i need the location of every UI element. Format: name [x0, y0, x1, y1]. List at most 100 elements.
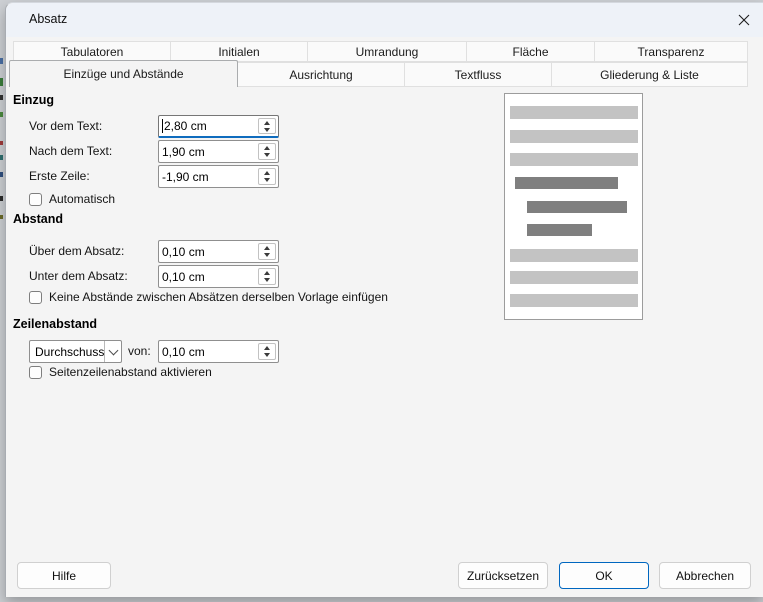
preview-bar	[527, 201, 627, 213]
spin-up-button[interactable]	[259, 171, 275, 175]
spin-up-button[interactable]	[259, 121, 275, 125]
field-value[interactable]: 0,10 cm	[159, 241, 256, 262]
spin-up-button[interactable]	[259, 346, 275, 350]
spinner	[258, 118, 276, 134]
spin-down-button[interactable]	[259, 153, 275, 157]
checkbox-icon[interactable]	[29, 193, 42, 206]
button-label: Zurücksetzen	[467, 569, 539, 583]
tab-strip-top: Tabulatoren Initialen Umrandung Fläche T…	[13, 41, 747, 62]
ok-button[interactable]: OK	[559, 562, 649, 589]
text-caret	[162, 119, 163, 133]
checkbox-keine-abstaende[interactable]: Keine Abstände zwischen Absätzen derselb…	[29, 290, 388, 304]
preview-bar	[515, 177, 618, 189]
space-below-paragraph-field[interactable]: 0,10 cm	[158, 265, 279, 288]
arrow-down-icon	[264, 353, 270, 357]
preview-bar	[527, 224, 592, 236]
field-value[interactable]: 0,10 cm	[159, 266, 256, 287]
label-ueber-dem-absatz: Über dem Absatz:	[29, 240, 124, 263]
spinner	[258, 243, 276, 260]
checkbox-seitenzeilenabstand[interactable]: Seitenzeilenabstand aktivieren	[29, 365, 212, 379]
spin-down-button[interactable]	[259, 178, 275, 182]
spin-down-button[interactable]	[259, 128, 275, 132]
label-nach-dem-text: Nach dem Text:	[29, 140, 112, 163]
spinner	[258, 268, 276, 285]
tab-transparenz[interactable]: Transparenz	[594, 41, 748, 62]
close-button[interactable]	[732, 8, 756, 32]
indent-after-text-field[interactable]: 1,90 cm	[158, 140, 279, 163]
background-artifact	[0, 196, 3, 201]
paragraph-dialog: Absatz Tabulatoren Initialen Umrandung F…	[5, 2, 763, 597]
tab-flaeche[interactable]: Fläche	[466, 41, 595, 62]
arrow-up-icon	[264, 346, 270, 350]
label-unter-dem-absatz: Unter dem Absatz:	[29, 265, 128, 288]
arrow-down-icon	[264, 253, 270, 257]
tab-umrandung[interactable]: Umrandung	[307, 41, 467, 62]
field-value[interactable]: 0,10 cm	[159, 341, 256, 362]
checkbox-label: Automatisch	[49, 192, 115, 206]
preview-bar	[510, 294, 638, 307]
indent-before-text-field[interactable]: 2,80 cm	[158, 115, 279, 138]
background-artifact	[0, 155, 3, 160]
background-artifact	[0, 58, 3, 64]
arrow-up-icon	[264, 146, 270, 150]
preview-bar	[510, 271, 638, 284]
tab-label: Transparenz	[638, 45, 705, 59]
tab-einzuege-und-abstaende[interactable]: Einzüge und Abstände	[9, 60, 238, 87]
label-vor-dem-text: Vor dem Text:	[29, 115, 102, 138]
field-text: 0,10 cm	[162, 245, 205, 259]
field-value[interactable]: 2,80 cm	[159, 116, 256, 136]
reset-button[interactable]: Zurücksetzen	[458, 562, 548, 589]
section-heading-abstand: Abstand	[13, 212, 63, 226]
tab-gliederung-und-liste[interactable]: Gliederung & Liste	[551, 62, 748, 87]
tab-initialen[interactable]: Initialen	[170, 41, 308, 62]
tab-label: Tabulatoren	[61, 45, 124, 59]
tab-textfluss[interactable]: Textfluss	[404, 62, 552, 87]
spinner	[258, 168, 276, 185]
background-artifact	[0, 141, 3, 145]
checkbox-icon[interactable]	[29, 291, 42, 304]
dropdown-button[interactable]	[104, 341, 121, 362]
tab-tabulatoren[interactable]: Tabulatoren	[13, 41, 171, 62]
arrow-down-icon	[264, 128, 270, 132]
spin-up-button[interactable]	[259, 271, 275, 275]
dialog-title: Absatz	[29, 12, 67, 26]
line-spacing-dropdown[interactable]: Durchschuss	[29, 340, 122, 363]
checkbox-icon[interactable]	[29, 366, 42, 379]
arrow-up-icon	[264, 271, 270, 275]
spin-up-button[interactable]	[259, 146, 275, 150]
tab-label: Textfluss	[455, 68, 502, 82]
close-icon	[738, 14, 750, 26]
spin-up-button[interactable]	[259, 246, 275, 250]
button-label: OK	[595, 569, 612, 583]
background-artifact	[0, 95, 3, 100]
spin-down-button[interactable]	[259, 353, 275, 357]
arrow-down-icon	[264, 278, 270, 282]
dropdown-selected-value: Durchschuss	[30, 341, 104, 362]
tab-label: Einzüge und Abstände	[63, 67, 183, 81]
preview-bar	[510, 106, 638, 119]
section-heading-einzug: Einzug	[13, 93, 54, 107]
screen: Absatz Tabulatoren Initialen Umrandung F…	[0, 0, 763, 602]
label-von: von:	[128, 340, 151, 363]
tab-ausrichtung[interactable]: Ausrichtung	[237, 62, 405, 87]
field-value[interactable]: 1,90 cm	[159, 141, 256, 162]
space-above-paragraph-field[interactable]: 0,10 cm	[158, 240, 279, 263]
field-text: 2,80 cm	[164, 119, 207, 133]
field-text: 0,10 cm	[162, 270, 205, 284]
field-text: 1,90 cm	[162, 145, 205, 159]
button-label: Hilfe	[52, 569, 76, 583]
spin-down-button[interactable]	[259, 253, 275, 257]
background-artifact	[0, 78, 3, 86]
preview-bar	[510, 249, 638, 262]
checkbox-automatisch[interactable]: Automatisch	[29, 192, 115, 206]
button-label: Abbrechen	[676, 569, 734, 583]
help-button[interactable]: Hilfe	[17, 562, 111, 589]
arrow-up-icon	[264, 121, 270, 125]
first-line-indent-field[interactable]: -1,90 cm	[158, 165, 279, 188]
spin-down-button[interactable]	[259, 278, 275, 282]
spinner	[258, 343, 276, 360]
field-value[interactable]: -1,90 cm	[159, 166, 256, 187]
preview-bar	[510, 153, 638, 166]
line-spacing-value-field[interactable]: 0,10 cm	[158, 340, 279, 363]
cancel-button[interactable]: Abbrechen	[659, 562, 751, 589]
